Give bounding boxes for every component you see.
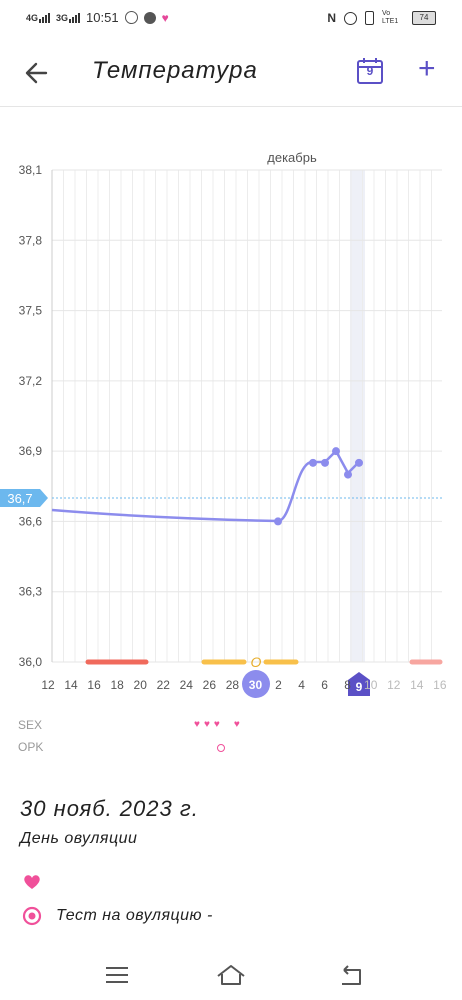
x-tick-label: 8 (344, 678, 351, 692)
opk-test-icon (217, 744, 225, 752)
data-point (332, 447, 340, 456)
x-tick-label: 22 (157, 678, 171, 692)
vk-icon (143, 11, 156, 24)
x-tick-label: 10 (364, 678, 378, 692)
vibrate-icon (365, 11, 374, 25)
x-tick-label: 12 (387, 678, 401, 692)
status-bar: 4G 3G 10:51 ♥ N Vo LTE1 74 (0, 0, 462, 36)
heart-icon: ♥ (194, 719, 200, 730)
selected-date: 30 нояб. 2023 г. (20, 796, 199, 821)
x-tick-label: 4 (298, 678, 305, 692)
y-tick-label: 36,6 (19, 514, 43, 528)
x-tick-label: 2 (275, 678, 282, 692)
x-tick-label: 26 (203, 678, 217, 692)
y-tick-label: 37,5 (19, 304, 43, 318)
page-title: Температура (92, 57, 258, 84)
alarm-icon (344, 11, 357, 25)
y-tick-label: 36,0 (19, 655, 43, 669)
system-nav-bar (0, 952, 462, 1000)
temperature-chart[interactable]: декабрь 38,1 37,8 37,5 37,2 36,9 36,6 36,3 36,0… (0, 110, 462, 700)
x-tick-label: 30 (249, 678, 263, 692)
signal-icon-2: 3G (56, 12, 81, 23)
battery-icon: 74 (412, 11, 436, 25)
y-tick-label: 36,3 (19, 585, 43, 599)
y-tick-label: 38,1 (19, 163, 43, 177)
x-tick-label: 12 (41, 678, 55, 692)
sex-markers: ♥ ♥ ♥ ♥ (194, 719, 240, 730)
day-type-label: День овуляции (20, 830, 138, 847)
clock: 10:51 (86, 10, 119, 25)
y-tick-label: 37,8 (19, 233, 43, 247)
app-bar: Температура 9 + (0, 40, 462, 107)
home-icon[interactable] (216, 960, 246, 990)
x-tick-label: 24 (180, 678, 194, 692)
ovulation-marker: O (251, 654, 262, 670)
x-tick-label: 16 (433, 678, 447, 692)
add-button[interactable]: + (418, 54, 436, 84)
x-tick-label: 28 (226, 678, 240, 692)
y-tick-label: 36,9 (19, 444, 43, 458)
x-tick-label: 18 (110, 678, 124, 692)
heart-notify-icon: ♥ (161, 10, 169, 25)
heart-icon: ♥ (213, 719, 220, 730)
viber-icon (124, 11, 138, 24)
y-tick-labels: 38,1 37,8 37,5 37,2 36,9 36,6 36,3 36,0 (19, 163, 43, 669)
calendar-day: 9 (366, 64, 374, 78)
today-label: 9 (356, 680, 363, 694)
sex-row-label: SEX (18, 718, 43, 732)
data-point (309, 458, 317, 467)
x-tick-label: 20 (134, 678, 148, 692)
vertical-grid (63, 170, 432, 662)
data-point (355, 458, 363, 467)
back-nav-icon[interactable] (336, 960, 366, 990)
data-points (274, 447, 363, 526)
x-tick-label: 6 (321, 678, 328, 692)
signal-icon-1: 4G (26, 12, 51, 23)
ovulation-test-label: Тест на овуляцию - (56, 907, 213, 924)
x-tick-label: 14 (410, 678, 424, 692)
heart-icon: ♥ (203, 719, 210, 730)
heart-icon: ♥ (233, 719, 240, 730)
month-label: декабрь (267, 150, 317, 165)
data-point (274, 517, 282, 526)
back-arrow-icon[interactable] (22, 58, 52, 88)
heart-icon (24, 875, 40, 889)
ovulation-test-row[interactable]: Тест на овуляцию - (22, 904, 213, 928)
volte-icon: Vo LTE1 (382, 10, 399, 25)
data-point (344, 470, 352, 479)
menu-icon[interactable] (102, 960, 132, 990)
nfc-icon: N (327, 11, 336, 25)
x-tick-label: 16 (87, 678, 101, 692)
y-tick-label: 37,2 (19, 374, 43, 388)
x-tick-label: 14 (64, 678, 78, 692)
data-point (321, 458, 329, 467)
threshold-label: 36,7 (7, 491, 32, 506)
opk-row-label: OPK (18, 740, 44, 754)
ovulation-test-icon (22, 906, 42, 926)
calendar-button[interactable]: 9 (356, 57, 384, 85)
